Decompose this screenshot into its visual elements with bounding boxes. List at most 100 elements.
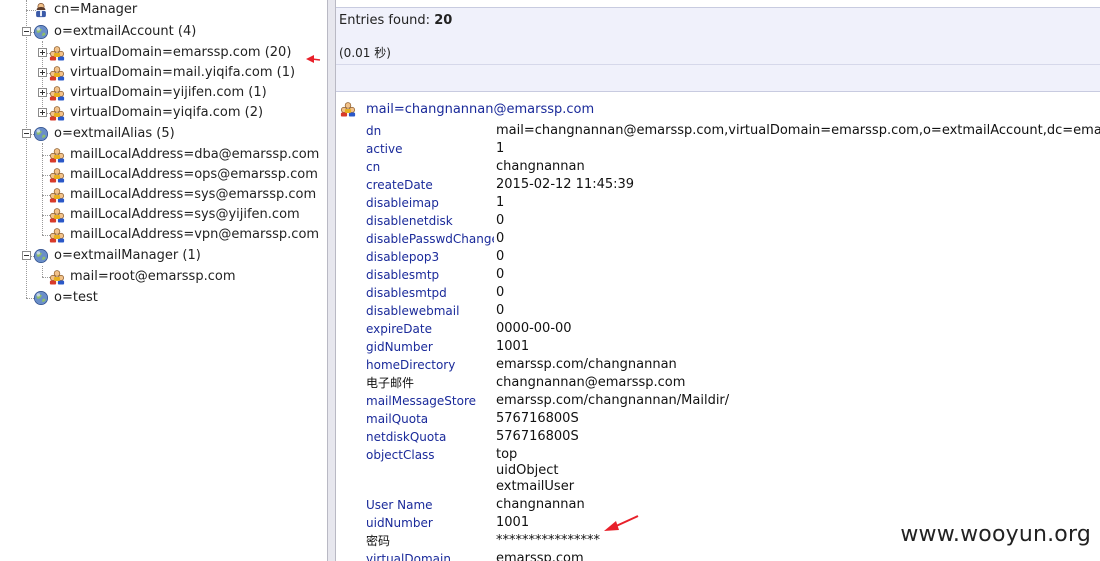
attribute-row: disablenetdisk 0	[366, 212, 1100, 230]
attribute-name[interactable]: mailMessageStore	[366, 392, 494, 410]
attribute-name[interactable]: dn	[366, 122, 494, 140]
group-icon	[49, 65, 65, 81]
attribute-row: disablePasswdChange 0	[366, 230, 1100, 248]
tree-node[interactable]: mailLocalAddress=vpn@emarssp.com	[0, 225, 320, 245]
watermark: www.wooyun.org	[900, 522, 1091, 547]
group-icon	[49, 207, 65, 223]
attribute-value: 1001	[496, 339, 530, 354]
annotation-arrow-icon	[306, 55, 321, 63]
expand-icon[interactable]	[38, 68, 47, 77]
tree-node-label[interactable]: virtualDomain=yijifen.com (1)	[70, 83, 267, 103]
tree-node[interactable]: cn=Manager	[0, 0, 320, 20]
tree-node-label[interactable]: o=extmailAccount (4)	[54, 22, 196, 42]
attribute-value: 0	[496, 249, 505, 264]
attribute-name[interactable]: createDate	[366, 176, 494, 194]
attribute-value: emarssp.com	[496, 551, 584, 561]
tree-node-label[interactable]: mailLocalAddress=sys@yijifen.com	[70, 205, 300, 225]
search-summary: Entries found: 20 (0.01 秒)	[336, 7, 1100, 92]
entries-found: Entries found: 20	[339, 13, 452, 28]
tree-node[interactable]: o=extmailAccount (4)	[0, 22, 320, 42]
user-icon	[33, 2, 49, 18]
expand-icon[interactable]	[38, 88, 47, 97]
tree-node[interactable]: virtualDomain=emarssp.com (20)	[0, 43, 320, 63]
tree-node-label[interactable]: virtualDomain=yiqifa.com (2)	[70, 103, 263, 123]
tree-node[interactable]: o=extmailManager (1)	[0, 246, 320, 266]
attribute-row: homeDirectory emarssp.com/changnannan	[366, 356, 1100, 374]
group-icon	[49, 227, 65, 243]
expand-icon[interactable]	[38, 48, 47, 57]
attribute-value: 1001	[496, 515, 530, 530]
tree-node-label[interactable]: virtualDomain=mail.yiqifa.com (1)	[70, 63, 295, 83]
tree-node[interactable]: virtualDomain=yijifen.com (1)	[0, 83, 320, 103]
tree-node[interactable]: mailLocalAddress=ops@emarssp.com	[0, 165, 320, 185]
globe-icon	[33, 248, 49, 264]
tree-node-label[interactable]: mail=root@emarssp.com	[70, 267, 235, 287]
attribute-value: extmailUser	[496, 479, 575, 494]
attribute-value: ****************	[496, 533, 600, 548]
attribute-value: 1	[496, 195, 505, 210]
tree-node-label[interactable]: o=extmailManager (1)	[54, 246, 201, 266]
attribute-name[interactable]: cn	[366, 158, 494, 176]
collapse-icon[interactable]	[22, 27, 31, 36]
attribute-name: 密码	[366, 534, 391, 548]
attribute-name[interactable]: disablepop3	[366, 248, 494, 266]
tree-node-label[interactable]: mailLocalAddress=ops@emarssp.com	[70, 165, 318, 185]
entry-dn-title[interactable]: mail=changnannan@emarssp.com	[366, 100, 594, 120]
group-icon	[49, 269, 65, 285]
attribute-name[interactable]: disablewebmail	[366, 302, 494, 320]
tree-node[interactable]: mailLocalAddress=sys@yijifen.com	[0, 205, 320, 225]
tree-node[interactable]: mail=root@emarssp.com	[0, 267, 320, 287]
ldap-tree-panel: cn=Manager o=extmailAccount (4) virtualDom…	[0, 0, 327, 561]
annotation-arrow-icon	[604, 515, 639, 531]
attribute-name[interactable]: disablesmtpd	[366, 284, 494, 302]
attribute-value: 0000-00-00	[496, 321, 572, 336]
attribute-name[interactable]: User Name	[366, 496, 494, 514]
tree-node-label[interactable]: cn=Manager	[54, 0, 137, 20]
attribute-value: 0	[496, 285, 505, 300]
attribute-name[interactable]: disablePasswdChange	[366, 230, 494, 248]
tree-node-label[interactable]: mailLocalAddress=dba@emarssp.com	[70, 145, 319, 165]
group-icon	[49, 85, 65, 101]
tree-node-label[interactable]: o=test	[54, 288, 98, 308]
attribute-value: 576716800S	[496, 411, 579, 426]
attribute-row: disablewebmail 0	[366, 302, 1100, 320]
attribute-name[interactable]: objectClass	[366, 446, 494, 464]
attribute-row: 电子邮件 changnannan@emarssp.com	[366, 374, 1100, 392]
attribute-name[interactable]: virtualDomain	[366, 550, 494, 561]
tree-node[interactable]: virtualDomain=yiqifa.com (2)	[0, 103, 320, 123]
collapse-icon[interactable]	[22, 129, 31, 138]
globe-icon	[33, 290, 49, 306]
group-icon	[340, 102, 356, 117]
attribute-row: netdiskQuota 576716800S	[366, 428, 1100, 446]
tree-node-label[interactable]: mailLocalAddress=sys@emarssp.com	[70, 185, 316, 205]
attribute-name[interactable]: gidNumber	[366, 338, 494, 356]
tree-node-label[interactable]: virtualDomain=emarssp.com (20)	[70, 43, 291, 63]
attribute-row: objectClass top uidObject extmailUser	[366, 446, 1100, 496]
attribute-name[interactable]: homeDirectory	[366, 356, 494, 374]
attribute-name[interactable]: disablenetdisk	[366, 212, 494, 230]
attribute-row: User Name changnannan	[366, 496, 1100, 514]
tree-node[interactable]: o=extmailAlias (5)	[0, 124, 320, 144]
expand-icon[interactable]	[38, 108, 47, 117]
globe-icon	[33, 126, 49, 142]
tree-node-label[interactable]: mailLocalAddress=vpn@emarssp.com	[70, 225, 319, 245]
attribute-name[interactable]: uidNumber	[366, 514, 494, 532]
attribute-name[interactable]: active	[366, 140, 494, 158]
tree-node[interactable]: mailLocalAddress=sys@emarssp.com	[0, 185, 320, 205]
collapse-icon[interactable]	[22, 251, 31, 260]
attribute-name[interactable]: mailQuota	[366, 410, 494, 428]
tree-node[interactable]: mailLocalAddress=dba@emarssp.com	[0, 145, 320, 165]
tree-node-label[interactable]: o=extmailAlias (5)	[54, 124, 175, 144]
group-icon	[49, 45, 65, 61]
attribute-name[interactable]: disablesmtp	[366, 266, 494, 284]
panel-splitter[interactable]	[327, 0, 336, 561]
tree-node[interactable]: o=test	[0, 288, 320, 308]
attribute-value: 0	[496, 213, 505, 228]
tree-node[interactable]: virtualDomain=mail.yiqifa.com (1)	[0, 63, 320, 83]
attribute-row: createDate 2015-02-12 11:45:39	[366, 176, 1100, 194]
attribute-name[interactable]: disableimap	[366, 194, 494, 212]
attribute-name: 电子邮件	[366, 376, 415, 390]
attribute-value: emarssp.com/changnannan/Maildir/	[496, 393, 730, 408]
attribute-name[interactable]: netdiskQuota	[366, 428, 494, 446]
attribute-name[interactable]: expireDate	[366, 320, 494, 338]
